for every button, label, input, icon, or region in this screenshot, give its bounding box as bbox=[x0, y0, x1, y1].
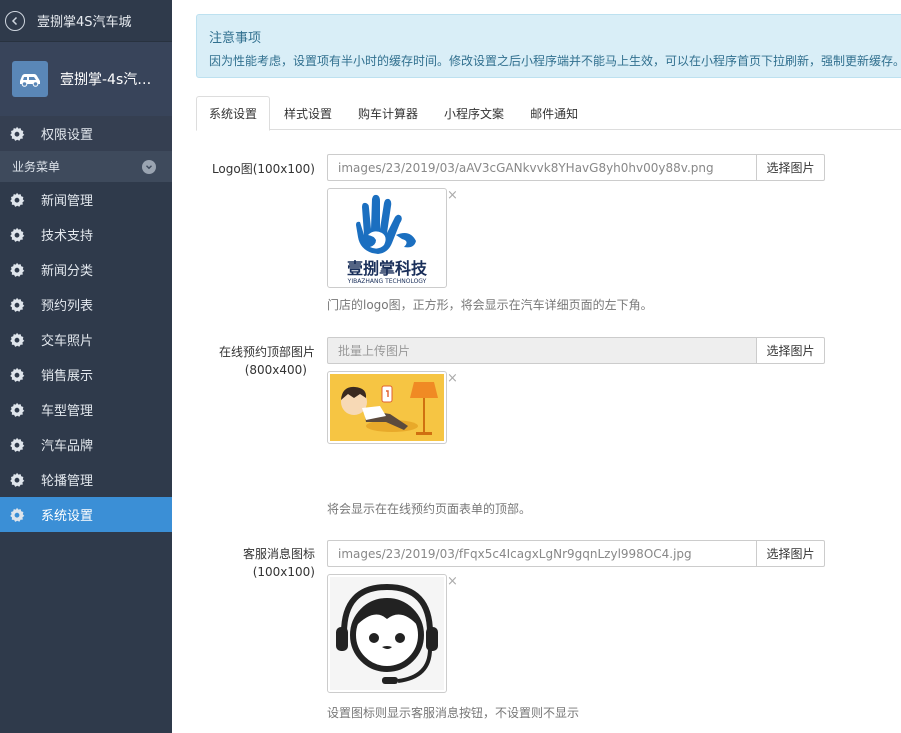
booking-pick-button[interactable]: 选择图片 bbox=[756, 337, 825, 364]
notice-title: 注意事项 bbox=[209, 31, 262, 46]
gear-icon bbox=[10, 262, 25, 277]
sidebar-item-label: 交车照片 bbox=[41, 334, 94, 349]
service-label-line2: (100x100) bbox=[252, 565, 315, 579]
booking-thumbnail bbox=[327, 371, 447, 444]
gear-icon bbox=[10, 367, 25, 382]
booking-image bbox=[330, 374, 444, 441]
service-label: 客服消息图标 (100x100) bbox=[243, 545, 315, 581]
sidebar-group-label: 业务菜单 bbox=[12, 160, 61, 174]
service-icon-input[interactable]: images/23/2019/03/fFqx5c4IcagxLgNr9gqnLz… bbox=[327, 540, 757, 567]
logo-label: Logo图(100x100) bbox=[211, 162, 315, 176]
gear-icon bbox=[10, 402, 25, 417]
service-label-line1: 客服消息图标 bbox=[242, 547, 315, 561]
booking-label-line2: (800x400) bbox=[244, 363, 307, 377]
app-title: 壹捌掌4S汽车城 bbox=[37, 15, 132, 30]
gear-icon bbox=[10, 437, 25, 452]
logo-main-text: 壹捌掌科技 bbox=[347, 259, 428, 278]
sidebar-item-5[interactable]: 销售展示 bbox=[0, 357, 172, 392]
logo-pick-button[interactable]: 选择图片 bbox=[756, 154, 825, 181]
sidebar-item-2[interactable]: 新闻分类 bbox=[0, 252, 172, 287]
gear-icon bbox=[10, 126, 25, 141]
chevron-down-icon bbox=[142, 159, 156, 174]
sidebar-item-label: 预约列表 bbox=[41, 299, 94, 314]
sidebar: 壹捌掌4S汽车城 壹捌掌-4s汽车... 权限设置 业务菜单 新闻管理 技术支持新… bbox=[0, 0, 172, 733]
sidebar-item-label: 销售展示 bbox=[41, 369, 94, 384]
logo-thumbnail: 壹捌掌科技 YIBAZHANG TECHNOLOGY bbox=[327, 188, 447, 288]
gear-icon bbox=[10, 507, 25, 522]
logo-remove-icon[interactable]: × bbox=[447, 188, 458, 203]
sidebar-group-business[interactable]: 业务菜单 bbox=[0, 151, 172, 182]
sidebar-item-label: 新闻分类 bbox=[41, 264, 94, 279]
sidebar-item-label: 汽车品牌 bbox=[41, 439, 94, 454]
gear-icon bbox=[10, 332, 25, 347]
tab-1[interactable]: 样式设置 bbox=[272, 96, 344, 130]
service-remove-icon[interactable]: × bbox=[447, 574, 458, 589]
sidebar-item-3[interactable]: 预约列表 bbox=[0, 287, 172, 322]
car-icon bbox=[12, 61, 48, 97]
store-name: 壹捌掌-4s汽车... bbox=[60, 72, 164, 88]
tab-4[interactable]: 邮件通知 bbox=[518, 96, 590, 130]
sidebar-item-1[interactable]: 技术支持 bbox=[0, 217, 172, 252]
booking-help-text: 将会显示在在线预约页面表单的顶部。 bbox=[327, 502, 532, 516]
sidebar-item-9[interactable]: 系统设置 bbox=[0, 497, 172, 532]
sidebar-item-label: 轮播管理 bbox=[41, 474, 94, 489]
sidebar-header: 壹捌掌4S汽车城 bbox=[0, 0, 172, 42]
tab-2[interactable]: 购车计算器 bbox=[346, 96, 430, 130]
service-thumbnail bbox=[327, 574, 447, 693]
service-pick-button[interactable]: 选择图片 bbox=[756, 540, 825, 567]
logo-path-input[interactable]: images/23/2019/03/aAV3cGANkvvk8YHavG8yh0… bbox=[327, 154, 757, 181]
booking-remove-icon[interactable]: × bbox=[447, 371, 458, 386]
service-help-text: 设置图标则显示客服消息按钮，不设置则不显示 bbox=[327, 706, 580, 720]
main-content: 注意事项 因为性能考虑，设置项有半小时的缓存时间。修改设置之后小程序端并不能马上… bbox=[172, 0, 901, 733]
logo-image: 壹捌掌科技 YIBAZHANG TECHNOLOGY bbox=[330, 191, 444, 285]
sidebar-item-6[interactable]: 车型管理 bbox=[0, 392, 172, 427]
sidebar-item-7[interactable]: 汽车品牌 bbox=[0, 427, 172, 462]
logo-help-text: 门店的logo图，正方形，将会显示在汽车详细页面的左下角。 bbox=[327, 298, 653, 312]
back-icon[interactable] bbox=[5, 10, 25, 31]
sidebar-item-label: 新闻管理 bbox=[41, 194, 94, 209]
sidebar-item-label: 车型管理 bbox=[41, 404, 94, 419]
sidebar-item-permission[interactable]: 权限设置 bbox=[0, 116, 172, 151]
booking-label-line1: 在线预约顶部图片 bbox=[218, 345, 315, 359]
sidebar-item-0[interactable]: 新闻管理 bbox=[0, 182, 172, 217]
tab-3[interactable]: 小程序文案 bbox=[432, 96, 516, 130]
gear-icon bbox=[10, 192, 25, 207]
settings-tabs: 系统设置 样式设置 购车计算器 小程序文案 邮件通知 bbox=[196, 96, 901, 131]
booking-image-input[interactable]: 批量上传图片 bbox=[327, 337, 757, 364]
gear-icon bbox=[10, 297, 25, 312]
gear-icon bbox=[10, 227, 25, 242]
sidebar-item-8[interactable]: 轮播管理 bbox=[0, 462, 172, 497]
gear-icon bbox=[10, 472, 25, 487]
sidebar-item-4[interactable]: 交车照片 bbox=[0, 322, 172, 357]
logo-sub-text: YIBAZHANG TECHNOLOGY bbox=[347, 278, 427, 285]
booking-label: 在线预约顶部图片 (800x400) bbox=[219, 343, 315, 379]
headset-agent-icon bbox=[330, 577, 444, 690]
sidebar-menu: 新闻管理技术支持新闻分类预约列表交车照片销售展示车型管理汽车品牌轮播管理系统设置 bbox=[0, 182, 172, 532]
sidebar-item-label: 权限设置 bbox=[41, 128, 94, 143]
sidebar-item-label: 技术支持 bbox=[41, 229, 94, 244]
sidebar-item-label: 系统设置 bbox=[41, 509, 94, 524]
notice-text: 因为性能考虑，设置项有半小时的缓存时间。修改设置之后小程序端并不能马上生效，可以… bbox=[209, 54, 901, 68]
notice-box: 注意事项 因为性能考虑，设置项有半小时的缓存时间。修改设置之后小程序端并不能马上… bbox=[196, 14, 901, 78]
tab-0[interactable]: 系统设置 bbox=[196, 96, 271, 131]
store-card[interactable]: 壹捌掌-4s汽车... bbox=[0, 42, 172, 116]
